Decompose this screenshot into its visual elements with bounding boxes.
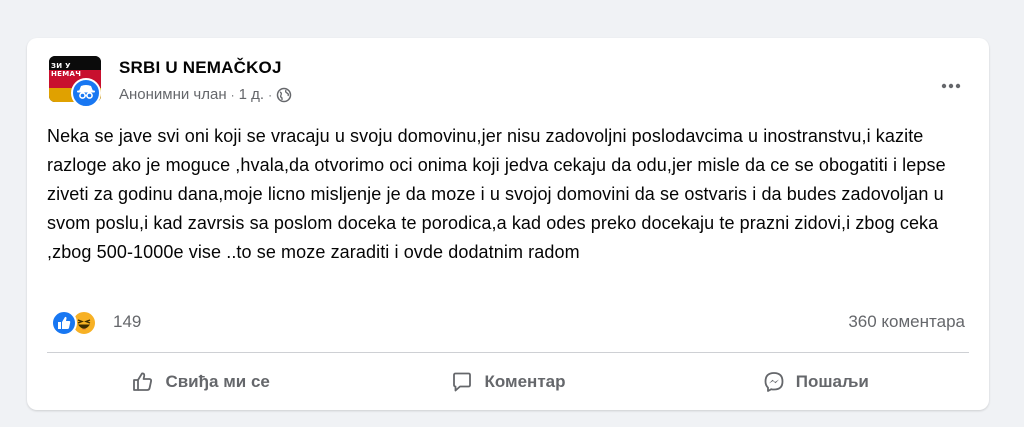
messenger-icon [764, 372, 784, 392]
like-button-label: Свиђа ми се [165, 372, 270, 391]
group-avatar-text: ЗИ У НЕМАЧ [51, 62, 82, 78]
reaction-count[interactable]: 149 [113, 312, 141, 332]
comment-button[interactable]: Коментар [354, 360, 661, 404]
reactions-bar: 149 360 коментара [47, 306, 969, 338]
post-text: Neka se jave svi oni koji se vracaju u s… [47, 126, 946, 262]
post-time-link[interactable]: 1 д. [239, 86, 264, 103]
meta-separator: · [268, 87, 273, 102]
comment-button-label: Коментар [484, 372, 566, 391]
globe-icon [276, 87, 292, 103]
post-actions: Свиђа ми се Коментар Пошаљи [47, 360, 969, 404]
post-header: ЗИ У НЕМАЧ SRBI U NEMAČKOJ Анонимни члан… [47, 56, 969, 112]
anonymous-member-icon [71, 78, 101, 108]
thumbs-up-icon [133, 372, 153, 391]
comment-bubble-icon [453, 372, 472, 392]
more-options-button[interactable] [933, 68, 969, 104]
like-button[interactable]: Свиђа ми се [47, 360, 354, 404]
share-button-label: Пошаљи [795, 372, 869, 391]
post-meta: Анонимни члан · 1 д. · [119, 86, 292, 103]
post-card: ЗИ У НЕМАЧ SRBI U NEMAČKOJ Анонимни члан… [27, 38, 989, 410]
comments-count-link[interactable]: 360 коментара [848, 312, 965, 332]
more-dots-icon [941, 83, 961, 89]
group-name-link[interactable]: SRBI U NEMAČKOJ [119, 58, 282, 78]
like-icon [51, 310, 77, 336]
action-divider [47, 352, 969, 353]
share-button[interactable]: Пошаљи [662, 360, 969, 404]
reaction-icons[interactable] [51, 310, 103, 336]
author-name[interactable]: Анонимни члан [119, 86, 227, 103]
group-avatar-wrap[interactable]: ЗИ У НЕМАЧ [49, 56, 101, 108]
meta-separator: · [230, 87, 235, 102]
